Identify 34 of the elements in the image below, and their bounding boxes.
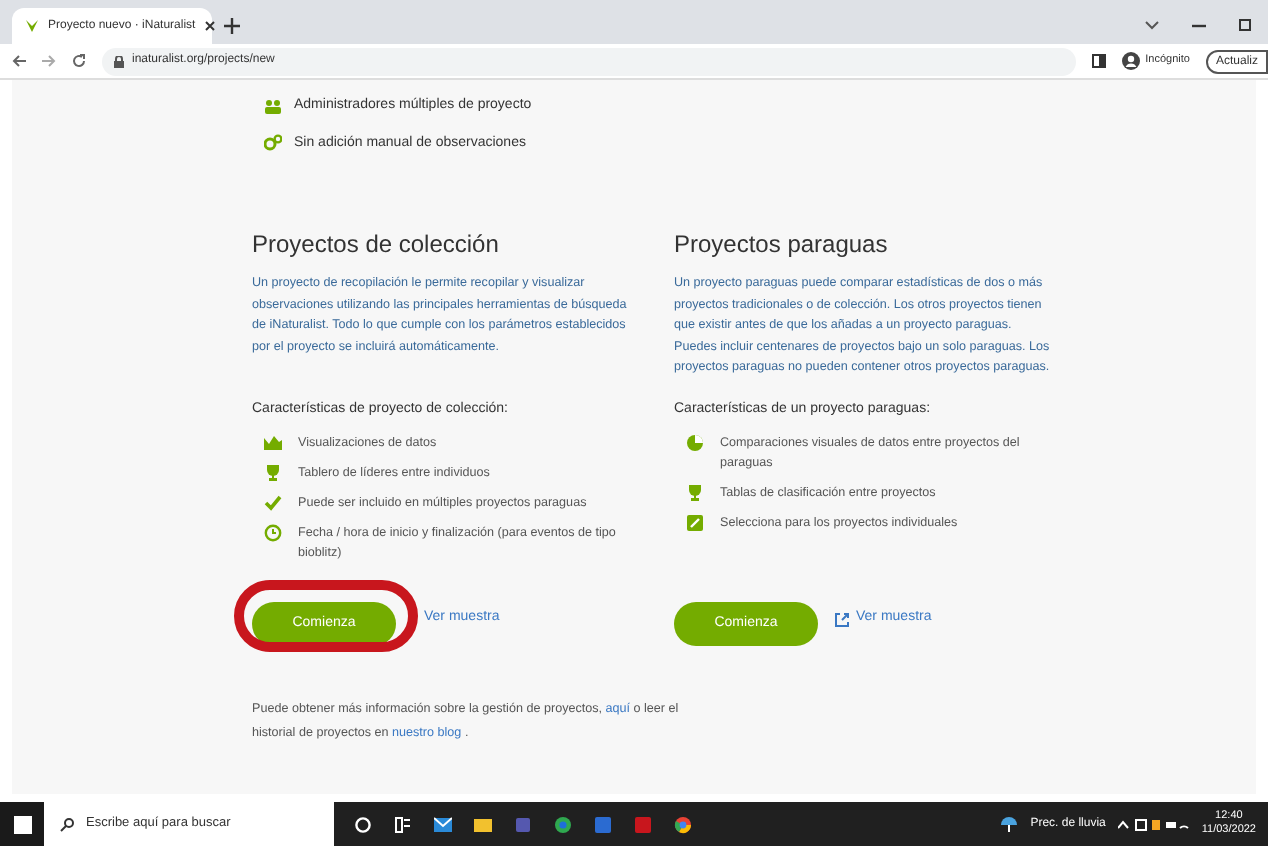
profile-icon (1121, 52, 1140, 70)
check-icon (264, 493, 282, 511)
forward-icon (42, 54, 56, 68)
external-link-icon (834, 611, 850, 628)
chevron-down-icon (1144, 20, 1160, 30)
close-icon (203, 20, 216, 32)
pie-chart-icon (686, 433, 704, 451)
people-icon (264, 97, 282, 116)
trophy-icon (264, 463, 282, 481)
back-icon (12, 54, 26, 68)
gears-icon (264, 134, 282, 153)
restore-icon (1238, 18, 1252, 32)
section-heading: Proyectos de colección (252, 228, 501, 262)
search-icon (60, 817, 74, 831)
chrome-icon[interactable] (674, 815, 692, 833)
leaf-icon (24, 18, 40, 34)
section-heading: Proyectos paraguas (674, 228, 890, 262)
clock-icon (264, 523, 282, 541)
pencil-square-icon (686, 513, 704, 531)
reload-icon (72, 54, 86, 68)
umbrella-icon (1000, 815, 1019, 833)
minimize-icon (1192, 23, 1206, 27)
lock-icon (114, 55, 124, 67)
circle-icon[interactable] (354, 815, 372, 833)
trophy-icon (686, 483, 704, 501)
mail-icon[interactable] (434, 815, 452, 833)
app-icon[interactable] (634, 815, 652, 833)
folder-icon[interactable] (474, 815, 492, 833)
side-panel-icon (1091, 54, 1106, 68)
tray-icons (1117, 817, 1190, 831)
new-tab-icon (224, 18, 240, 34)
windows-icon (13, 815, 31, 833)
task-view-icon[interactable] (394, 815, 412, 833)
start-button[interactable] (0, 802, 44, 846)
